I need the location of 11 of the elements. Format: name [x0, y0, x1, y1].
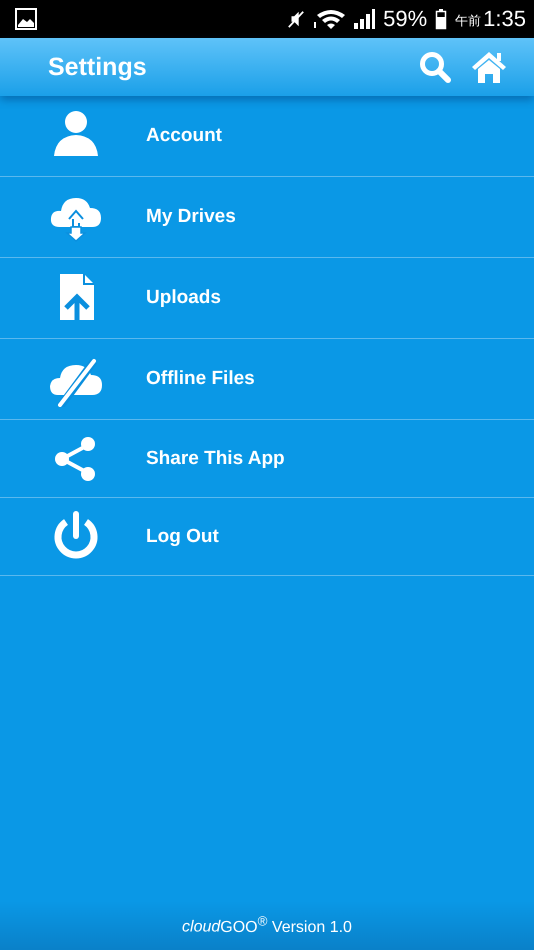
menu-label: Account [146, 125, 222, 147]
menu-label: Log Out [146, 526, 219, 548]
menu-label: Offline Files [146, 368, 255, 390]
clock-period: 午前 [455, 12, 482, 30]
version-text: cloudGOO$^{®}$ Version 1.0 [182, 913, 352, 937]
menu-label: Uploads [146, 287, 221, 309]
menu-label: My Drives [146, 206, 236, 228]
clock: 1:35 [483, 6, 526, 32]
battery-percent: 59% [383, 6, 428, 32]
page-title: Settings [48, 52, 147, 82]
menu-label: Share This App [146, 448, 285, 470]
